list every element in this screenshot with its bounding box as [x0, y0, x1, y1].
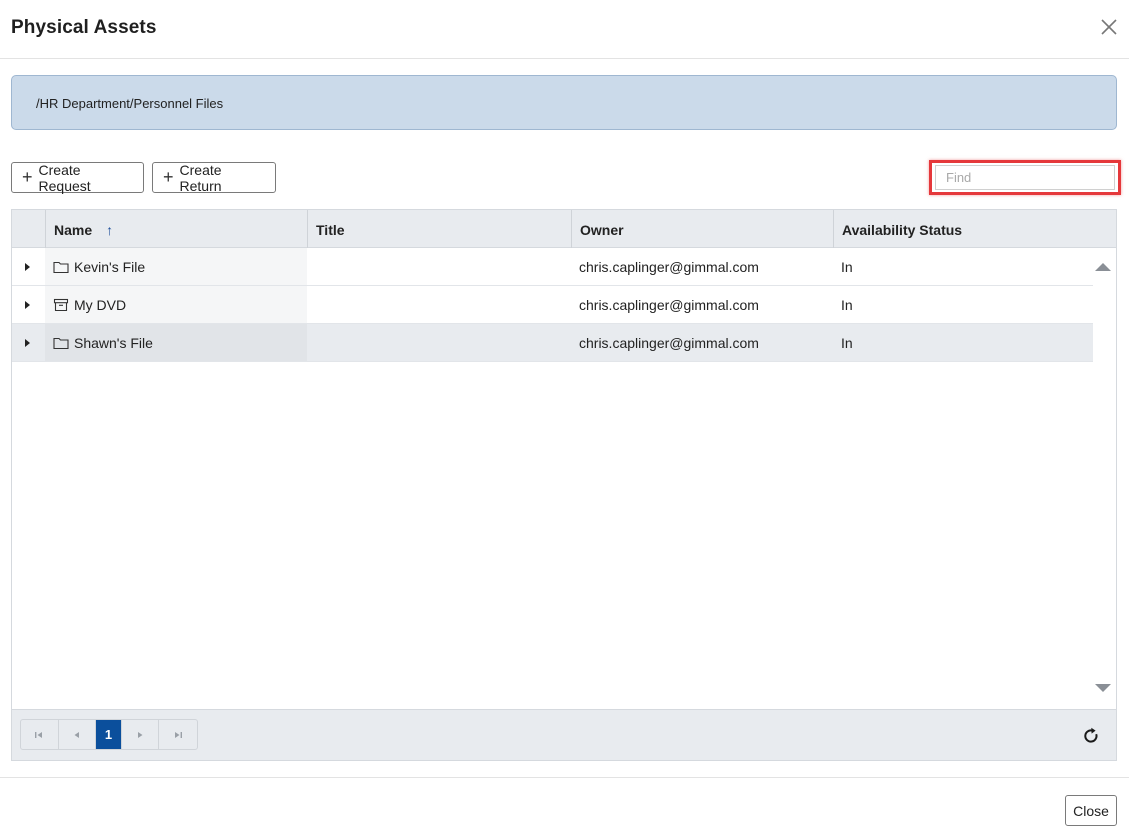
name-cell: Shawn's File: [45, 324, 307, 361]
name-cell: My DVD: [45, 286, 307, 323]
scroll-down-arrow-icon[interactable]: [1095, 684, 1111, 692]
next-page-icon: [138, 731, 143, 738]
scroll-up-arrow-icon[interactable]: [1095, 263, 1111, 271]
last-page-icon: [175, 731, 183, 738]
column-header-name-label: Name: [54, 222, 93, 238]
owner-cell: chris.caplinger@gimmal.com: [579, 259, 759, 275]
column-header-title[interactable]: Title: [307, 210, 571, 248]
expand-row-icon[interactable]: [25, 301, 30, 309]
last-page-button[interactable]: [159, 720, 197, 749]
next-page-button[interactable]: [122, 720, 160, 749]
current-page-button[interactable]: 1: [96, 720, 122, 749]
column-header-name[interactable]: Name ↑: [45, 210, 307, 248]
dialog-title: Physical Assets: [11, 17, 157, 38]
find-highlight-box: [929, 160, 1121, 195]
expand-cell: [12, 324, 45, 361]
grid-header: Name ↑ Title Owner Availability Status: [12, 210, 1116, 248]
column-header-availability-status[interactable]: Availability Status: [833, 210, 1116, 248]
dialog-header: Physical Assets: [0, 0, 1129, 59]
row-name: My DVD: [74, 297, 127, 313]
plus-icon: +: [22, 166, 33, 187]
owner-cell: chris.caplinger@gimmal.com: [579, 297, 759, 313]
pager-buttons: 1: [20, 719, 198, 750]
assets-grid: Name ↑ Title Owner Availability Status Ke…: [11, 209, 1117, 761]
location-path: /HR Department/Personnel Files: [36, 96, 224, 111]
status-cell: In: [841, 335, 853, 351]
table-row[interactable]: Kevin's File chris.caplinger@gimmal.com …: [12, 248, 1093, 286]
expand-row-icon[interactable]: [25, 263, 30, 271]
column-header-status-label: Availability Status: [842, 222, 963, 238]
previous-page-button[interactable]: [59, 720, 97, 749]
table-row[interactable]: Shawn's File chris.caplinger@gimmal.com …: [12, 324, 1093, 362]
row-name: Kevin's File: [74, 259, 146, 275]
find-input[interactable]: [935, 165, 1115, 190]
expand-cell: [12, 248, 45, 285]
expand-cell: [12, 286, 45, 323]
name-cell: Kevin's File: [45, 248, 307, 285]
folder-icon: [53, 337, 69, 350]
column-header-owner-label: Owner: [580, 222, 624, 238]
grid-pager: 1: [12, 709, 1116, 760]
folder-icon: [53, 261, 69, 274]
first-page-button[interactable]: [21, 720, 59, 749]
owner-cell: chris.caplinger@gimmal.com: [579, 335, 759, 351]
box-icon: [53, 298, 69, 312]
table-row[interactable]: My DVD chris.caplinger@gimmal.com In: [12, 286, 1093, 324]
title-cell: [307, 248, 571, 285]
row-name: Shawn's File: [74, 335, 153, 351]
create-request-button[interactable]: + Create Request: [11, 161, 144, 194]
expand-column-header: [12, 210, 45, 248]
create-request-label: Create Request: [38, 161, 91, 194]
previous-page-icon: [74, 731, 79, 738]
status-cell: In: [841, 297, 853, 313]
refresh-icon[interactable]: [1082, 727, 1100, 745]
location-path-bar: /HR Department/Personnel Files: [11, 75, 1117, 130]
column-header-title-label: Title: [316, 222, 345, 238]
sort-ascending-icon: ↑: [106, 222, 114, 238]
first-page-icon: [35, 731, 43, 738]
footer-divider: [0, 777, 1129, 778]
create-return-button[interactable]: + Create Return: [152, 161, 276, 194]
column-header-owner[interactable]: Owner: [571, 210, 833, 248]
close-button[interactable]: Close: [1065, 795, 1117, 826]
title-cell: [307, 324, 571, 361]
expand-row-icon[interactable]: [25, 339, 30, 347]
title-cell: [307, 286, 571, 323]
create-return-label: Create Return: [179, 161, 222, 194]
status-cell: In: [841, 259, 853, 275]
close-icon[interactable]: [1099, 17, 1119, 37]
plus-icon: +: [163, 166, 174, 187]
